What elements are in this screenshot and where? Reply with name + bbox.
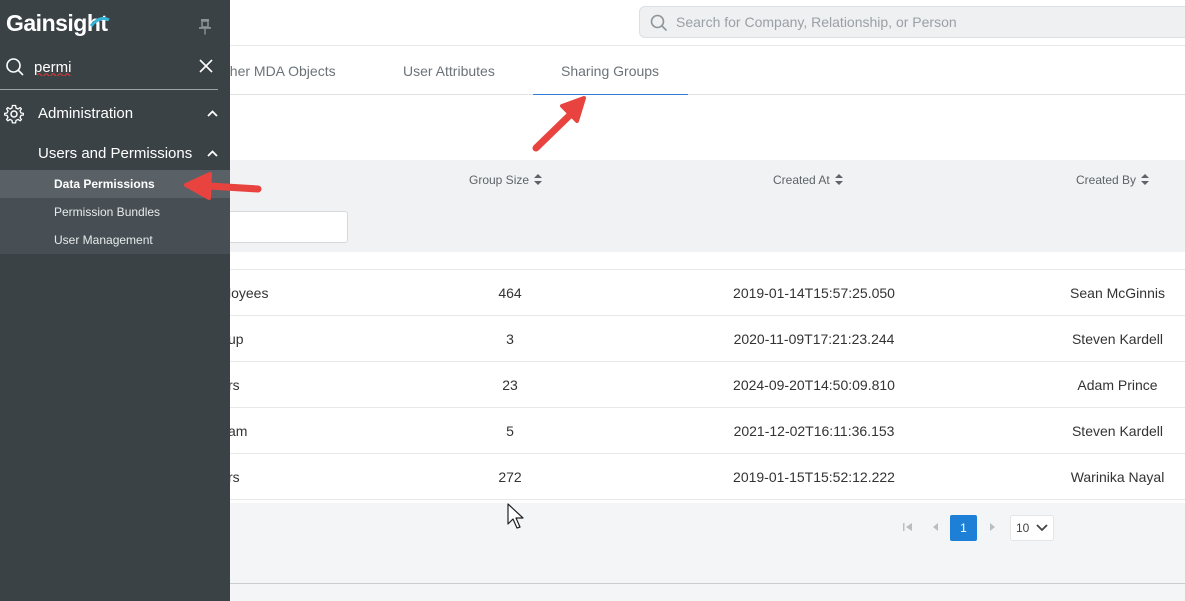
cell-created-by: Sean McGinnis <box>1070 285 1165 301</box>
sidebar-search-input[interactable] <box>34 56 184 78</box>
cell-group-size: 3 <box>506 331 514 347</box>
chevron-down-icon <box>1036 524 1048 532</box>
column-header-label: Group Size <box>469 173 530 187</box>
sort-icon[interactable] <box>1141 174 1150 186</box>
cell-created-by: Steven Kardell <box>1050 252 1185 270</box>
cell-name: loyees <box>228 285 269 301</box>
search-icon <box>6 58 24 76</box>
page-size-value: 10 <box>1016 521 1030 535</box>
sidebar-item-label: Users and Permissions <box>38 145 193 162</box>
cell-created-at: 2020-11-09T17:21:23.244 <box>733 331 895 347</box>
global-search-input[interactable] <box>676 7 1176 37</box>
divider <box>230 583 1185 584</box>
column-header-created-by[interactable]: Created By <box>1076 173 1150 187</box>
cell-created-at: 2019-01-14T15:57:25.050 <box>733 285 895 301</box>
cell-created-at: 2022-01-11T15:29:11 <box>664 252 964 270</box>
pin-icon[interactable] <box>198 18 212 36</box>
first-page-icon[interactable] <box>902 520 914 534</box>
search-icon <box>650 14 668 32</box>
navigation-sidebar: Gainsight Administration Users and Permi… <box>0 0 230 601</box>
gear-icon <box>4 104 24 124</box>
column-header-created-at[interactable]: Created At <box>773 173 843 187</box>
column-header-label: Created At <box>773 173 830 187</box>
tab-other-mda-objects[interactable]: Other MDA Objects <box>215 46 336 95</box>
cell-created-by: Adam Prince <box>1077 377 1158 393</box>
tab-sharing-groups[interactable]: Sharing Groups <box>532 46 689 96</box>
next-page-icon[interactable] <box>986 520 998 534</box>
tab-user-attributes[interactable]: User Attributes <box>403 46 495 95</box>
sidebar-item-user-management[interactable]: User Management <box>0 226 230 254</box>
cell-created-at: 2021-12-02T16:11:36.153 <box>733 423 895 439</box>
sort-icon[interactable] <box>834 174 843 186</box>
cell-group-size: 464 <box>498 285 522 301</box>
sidebar-item-users-and-permissions[interactable]: Users and Permissions <box>0 140 230 168</box>
cell-group-size: 23 <box>502 377 518 393</box>
sidebar-item-administration[interactable]: Administration <box>0 100 230 128</box>
previous-page-icon[interactable] <box>930 520 942 534</box>
cell-name: am <box>228 423 248 439</box>
sidebar-item-permission-bundles[interactable]: Permission Bundles <box>0 198 230 226</box>
cell-group-size: 272 <box>498 469 522 485</box>
cell-group-size: 5 <box>506 423 514 439</box>
global-search-box[interactable] <box>639 6 1185 38</box>
cell-created-at: 2024-09-20T14:50:09.810 <box>733 377 895 393</box>
logo-swoosh-icon <box>90 17 110 27</box>
cell-name: up <box>228 331 244 347</box>
sidebar-item-label: Administration <box>38 105 134 122</box>
sidebar-search[interactable] <box>0 44 218 90</box>
cell-created-by: Steven Kardell <box>1071 331 1164 347</box>
cell-created-at: 2019-01-15T15:52:12.222 <box>733 469 895 485</box>
sort-icon[interactable] <box>534 174 543 186</box>
cell-created-by: Warinika Nayal <box>1070 469 1165 485</box>
close-icon[interactable] <box>199 59 213 73</box>
page-size-select[interactable]: 10 <box>1010 515 1054 541</box>
page-number-button[interactable]: 1 <box>950 515 977 541</box>
cell-created-by: Steven Kardell <box>1071 423 1164 439</box>
name-filter-input[interactable] <box>220 211 348 243</box>
sidebar-item-data-permissions[interactable]: Data Permissions <box>0 170 230 198</box>
chevron-up-icon[interactable] <box>207 110 218 117</box>
column-header-group-size[interactable]: Group Size <box>469 173 543 187</box>
cell-group-size: 4 <box>410 252 610 270</box>
column-header-label: Created By <box>1076 173 1137 187</box>
chevron-up-icon[interactable] <box>207 150 218 157</box>
